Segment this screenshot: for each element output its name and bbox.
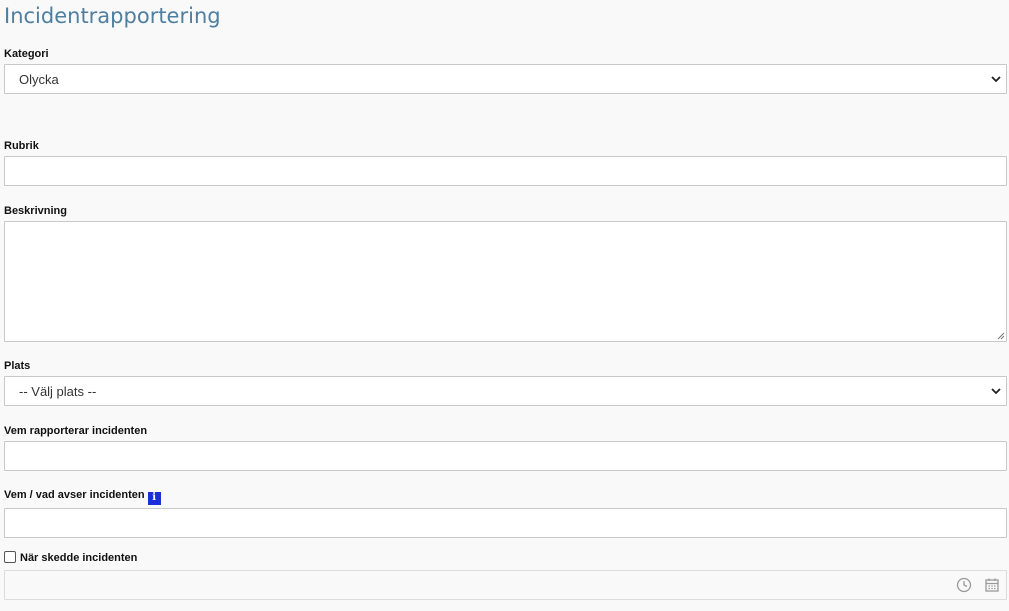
when-label: När skedde incidenten	[20, 552, 138, 564]
subject-label: Vem / vad avser incidenten	[4, 489, 145, 501]
info-icon[interactable]: i	[147, 491, 161, 505]
rubrik-field: Rubrik	[4, 139, 1007, 186]
when-label-row: När skedde incidenten	[4, 551, 1007, 565]
rubrik-label: Rubrik	[4, 140, 39, 152]
kategori-selected-value: Olycka	[19, 71, 59, 87]
when-datetime-input[interactable]	[4, 570, 1007, 600]
rubrik-input[interactable]	[4, 156, 1007, 186]
page-title: Incidentrapportering	[4, 4, 221, 28]
kategori-label: Kategori	[4, 48, 49, 60]
reporter-label: Vem rapporterar incidenten	[4, 425, 148, 437]
plats-selected-value: -- Välj plats --	[19, 383, 97, 399]
kategori-field: Kategori Olycka	[4, 47, 1007, 94]
reporter-input[interactable]	[4, 441, 1007, 471]
chevron-down-icon	[991, 388, 1001, 395]
beskrivning-label: Beskrivning	[4, 205, 67, 217]
resize-handle-icon[interactable]	[997, 332, 1005, 340]
incident-form-page: Incidentrapportering Kategori Olycka Rub…	[0, 0, 1009, 611]
when-checkbox[interactable]	[4, 551, 16, 563]
beskrivning-textarea[interactable]	[4, 221, 1007, 342]
plats-field: Plats -- Välj plats --	[4, 359, 1007, 406]
chevron-down-icon	[991, 76, 1001, 83]
plats-label: Plats	[4, 360, 31, 372]
when-field: När skedde incidenten	[4, 551, 1007, 600]
plats-select[interactable]: -- Välj plats --	[4, 376, 1007, 406]
clock-icon[interactable]	[956, 577, 972, 593]
subject-label-row: Vem / vad avser incidenten i	[4, 488, 1007, 505]
reporter-field: Vem rapporterar incidenten	[4, 424, 1007, 471]
datetime-icons	[956, 577, 1000, 593]
calendar-icon[interactable]	[984, 577, 1000, 593]
beskrivning-field: Beskrivning	[4, 204, 1007, 342]
subject-field: Vem / vad avser incidenten i	[4, 488, 1007, 538]
subject-input[interactable]	[4, 507, 1007, 538]
kategori-select[interactable]: Olycka	[4, 64, 1007, 94]
